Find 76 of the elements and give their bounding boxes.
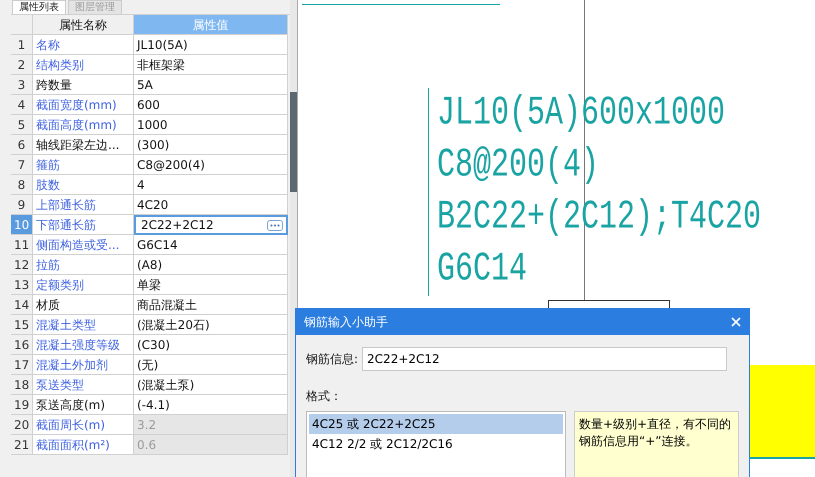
row-number: 2: [11, 55, 33, 75]
row-number: 12: [11, 255, 33, 275]
property-value[interactable]: 非框架梁: [134, 55, 288, 75]
property-name: 泵送高度(m): [33, 395, 134, 415]
property-value[interactable]: (A8): [134, 255, 288, 275]
more-icon[interactable]: [267, 220, 283, 230]
property-value[interactable]: (无): [134, 355, 288, 375]
property-name: 材质: [33, 295, 134, 315]
property-value[interactable]: (C30): [134, 335, 288, 355]
field-value: 2C22+2C12: [141, 218, 214, 232]
row-number: 18: [11, 375, 33, 395]
row-number: 15: [11, 315, 33, 335]
format-label: 格式：: [306, 389, 342, 403]
field-label: 钢筋信息:: [306, 350, 358, 368]
property-name: 跨数量: [33, 75, 134, 95]
row-number: 8: [11, 175, 33, 195]
property-name: 截面面积(m²): [33, 435, 134, 455]
property-name: 定额类别: [33, 275, 134, 295]
property-name: 箍筋: [33, 155, 134, 175]
property-value[interactable]: JL10(5A): [134, 35, 288, 55]
property-name: 结构类别: [33, 55, 134, 75]
property-value[interactable]: (混凝土泵): [134, 375, 288, 395]
property-value[interactable]: 商品混凝土: [134, 295, 288, 315]
property-name: 混凝土外加剂: [33, 355, 134, 375]
scrollbar-thumb[interactable]: [290, 92, 297, 192]
panel-tab[interactable]: 属性列表: [12, 0, 66, 14]
value-field[interactable]: 2C22+2C12: [134, 215, 288, 235]
property-value[interactable]: (300): [134, 135, 288, 155]
property-name: 名称: [33, 35, 134, 55]
close-icon[interactable]: [731, 317, 741, 327]
row-number: 1: [11, 35, 33, 55]
row-number: 13: [11, 275, 33, 295]
property-value[interactable]: C8@200(4): [134, 155, 288, 175]
column-header: 属性名称: [33, 15, 134, 35]
property-name: 轴线距梁左边...: [33, 135, 134, 155]
row-number: 17: [11, 355, 33, 375]
beam-annotation: G6C14: [437, 246, 528, 295]
row-number: 16: [11, 335, 33, 355]
property-name: 侧面构造或受...: [33, 235, 134, 255]
property-name: 上部通长筋: [33, 195, 134, 215]
row-number: 14: [11, 295, 33, 315]
property-name: 拉筋: [33, 255, 134, 275]
column-header: 属性值: [134, 15, 288, 35]
row-number: 7: [11, 155, 33, 175]
property-name: 混凝土强度等级: [33, 335, 134, 355]
property-value[interactable]: 4: [134, 175, 288, 195]
row-number: 4: [11, 95, 33, 115]
property-value[interactable]: 4C20: [134, 195, 288, 215]
format-item[interactable]: 4C12 2/2 或 2C12/2C16: [309, 434, 563, 454]
property-value[interactable]: G6C14: [134, 235, 288, 255]
property-name: 下部通长筋: [33, 215, 134, 235]
property-value[interactable]: 600: [134, 95, 288, 115]
row-number: 19: [11, 395, 33, 415]
property-name: 截面周长(m): [33, 415, 134, 435]
dialog-title: 钢筋输入小助手: [304, 314, 388, 330]
format-hint: 数量+级别+直径，有不同的钢筋信息用“+”连接。: [574, 411, 739, 477]
property-value[interactable]: (-4.1): [134, 395, 288, 415]
rebar-input[interactable]: 2C22+2C12: [362, 347, 728, 371]
property-name: 截面高度(mm): [33, 115, 134, 135]
property-value[interactable]: 5A: [134, 75, 288, 95]
row-number: 6: [11, 135, 33, 155]
property-name: 混凝土类型: [33, 315, 134, 335]
property-name: 肢数: [33, 175, 134, 195]
row-number: 21: [11, 435, 33, 455]
row-number: 3: [11, 75, 33, 95]
property-value[interactable]: 单梁: [134, 275, 288, 295]
row-number: 5: [11, 115, 33, 135]
row-number: 20: [11, 415, 33, 435]
row-number: 10: [11, 215, 33, 235]
row-number: 9: [11, 195, 33, 215]
property-name: 截面宽度(mm): [33, 95, 134, 115]
property-value[interactable]: 1000: [134, 115, 288, 135]
property-value[interactable]: (混凝土20石): [134, 315, 288, 335]
property-name: 泵送类型: [33, 375, 134, 395]
format-item[interactable]: 4C25 或 2C22+2C25: [309, 414, 563, 434]
row-number: 11: [11, 235, 33, 255]
